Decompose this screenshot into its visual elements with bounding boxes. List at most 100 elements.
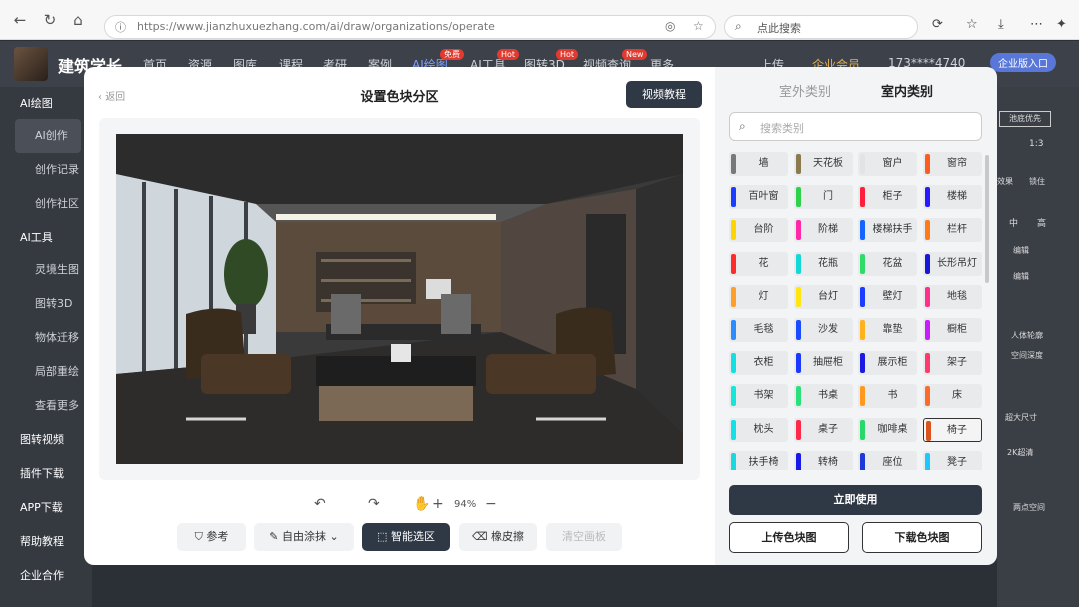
zoom-out-icon[interactable]: − [485, 496, 497, 512]
category-chip[interactable]: 靠垫 [858, 318, 917, 342]
category-chip[interactable]: 沙发 [793, 318, 853, 342]
enterprise-entry-button[interactable]: 企业版入口 [990, 53, 1056, 72]
address-bar[interactable]: ⓘ https://www.jianzhuxuezhang.com/ai/dra… [104, 15, 716, 39]
undo-icon[interactable]: ↶ [314, 496, 326, 512]
site-info-icon[interactable]: ⓘ [115, 19, 126, 35]
high-option[interactable]: 高 [1037, 216, 1046, 229]
download-color-map-button[interactable]: 下载色块图 [862, 522, 982, 553]
sidebar-item-object-move[interactable]: 物体迁移 [0, 321, 92, 355]
upload-color-map-button[interactable]: 上传色块图 [729, 522, 849, 553]
category-chip[interactable]: 枕头 [729, 417, 788, 442]
reload-icon[interactable]: ↻ [40, 10, 60, 30]
category-chip[interactable]: 壁灯 [858, 284, 917, 309]
menu-dots-icon[interactable]: ⋯ [1030, 17, 1043, 32]
category-color-swatch [924, 220, 930, 241]
browser-search[interactable]: ⌕ 点此搜索 [724, 15, 918, 39]
extensions-icon[interactable]: ⟳ [932, 17, 943, 32]
category-chip[interactable]: 花瓶 [793, 251, 853, 276]
category-scrollbar[interactable] [985, 155, 989, 283]
category-chip[interactable]: 床 [922, 384, 982, 409]
category-chip[interactable]: 书 [858, 384, 917, 409]
category-chip[interactable]: 架子 [922, 351, 982, 376]
size-option[interactable]: 超大尺寸 [1005, 412, 1037, 423]
favorite-star-icon[interactable]: ☆ [693, 19, 704, 33]
favorites-icon[interactable]: ☆ [966, 17, 978, 32]
category-chip[interactable]: 窗户 [858, 152, 917, 176]
category-chip[interactable]: 窗帘 [922, 152, 982, 176]
downloads-icon[interactable]: ⤓ [998, 17, 1004, 32]
sidebar-item-to3d[interactable]: 图转3D [0, 287, 92, 321]
copilot-icon[interactable]: ✦ [1056, 17, 1067, 32]
tab-indoor[interactable]: 室内类别 [881, 81, 933, 100]
category-chip[interactable]: 楼梯 [922, 185, 982, 210]
category-chip[interactable]: 咖啡桌 [858, 417, 917, 442]
category-chip[interactable]: 橱柜 [922, 318, 982, 342]
redo-icon[interactable]: ↷ [368, 496, 380, 512]
back-arrow-icon[interactable]: ← [10, 10, 30, 30]
category-chip[interactable]: 墙 [729, 152, 788, 176]
sidebar-item-more[interactable]: 查看更多 [0, 389, 92, 423]
category-chip[interactable]: 扶手椅 [729, 450, 788, 470]
hand-pan-icon[interactable]: ✋ [413, 496, 430, 512]
category-chip[interactable]: 桌子 [793, 417, 853, 442]
tab-outdoor[interactable]: 室外类别 [779, 81, 831, 100]
category-chip[interactable]: 百叶窗 [729, 185, 788, 210]
depth-option[interactable]: 空间深度 [1011, 350, 1043, 361]
category-chip[interactable]: 书架 [729, 384, 788, 409]
sidebar-item-local-erase[interactable]: 局部重绘 [0, 355, 92, 389]
zoom-in-icon[interactable]: + [432, 496, 444, 512]
category-chip[interactable]: 门 [793, 185, 853, 210]
category-chip[interactable]: 柜子 [858, 185, 917, 210]
category-chip[interactable]: 转椅 [793, 450, 853, 470]
sidebar-item-linework[interactable]: 灵境生图 [0, 253, 92, 287]
sidebar-section-ai-tools[interactable]: AI工具 [0, 221, 92, 255]
priority-option[interactable]: 池底优先 [999, 111, 1051, 127]
category-chip[interactable]: 抽屉柜 [793, 351, 853, 376]
category-chip[interactable]: 凳子 [922, 450, 982, 470]
edit-button-2[interactable]: 编辑 [1013, 271, 1029, 282]
sidebar-item-image-video[interactable]: 图转视频 [0, 423, 92, 457]
category-chip[interactable]: 长形吊灯 [922, 251, 982, 276]
sidebar-item-history[interactable]: 创作记录 [0, 153, 92, 187]
category-chip[interactable]: 衣柜 [729, 351, 788, 376]
category-chip[interactable]: 栏杆 [922, 218, 982, 243]
category-chip[interactable]: 台阶 [729, 218, 788, 243]
category-chip[interactable]: 花 [729, 251, 788, 276]
category-chip[interactable]: 地毯 [922, 284, 982, 309]
mid-option[interactable]: 中 [1009, 216, 1018, 229]
category-chip[interactable]: 座位 [858, 450, 917, 470]
smart-select-button[interactable]: ⬚ 智能选区 [362, 523, 450, 551]
human-outline-option[interactable]: 人体轮廓 [1011, 330, 1043, 341]
category-chip[interactable]: 台灯 [793, 284, 853, 309]
reference-button[interactable]: ⛉ 参考 [177, 523, 246, 551]
sidebar-item-ai-create[interactable]: AI创作 [15, 119, 81, 153]
translate-icon[interactable]: ◎ [665, 19, 675, 33]
sidebar-item-app[interactable]: APP下载 [0, 491, 92, 525]
use-now-button[interactable]: 立即使用 [729, 485, 982, 515]
category-chip[interactable]: 花盆 [858, 251, 917, 276]
sidebar-item-help[interactable]: 帮助教程 [0, 525, 92, 559]
interior-render-canvas[interactable] [116, 134, 683, 464]
modal-title: 设置色块分区 [360, 90, 439, 105]
category-search-input[interactable]: ⌕ 搜索类别 [729, 112, 982, 141]
category-chip[interactable]: 天花板 [793, 152, 853, 176]
two-space-option[interactable]: 两点空间 [1013, 502, 1045, 513]
category-chip[interactable]: 展示柜 [858, 351, 917, 376]
category-chip[interactable]: 灯 [729, 284, 788, 309]
sidebar-item-enterprise[interactable]: 企业合作 [0, 559, 92, 593]
home-icon[interactable]: ⌂ [68, 10, 88, 30]
category-chip[interactable]: 毛毯 [729, 318, 788, 342]
video-tutorial-button[interactable]: 视频教程 [626, 81, 702, 108]
eraser-button[interactable]: ⌫ 橡皮擦 [459, 523, 537, 551]
category-chip[interactable]: 书桌 [793, 384, 853, 409]
clear-canvas-button[interactable]: 清空画板 [546, 523, 622, 551]
sidebar-item-plugin[interactable]: 插件下载 [0, 457, 92, 491]
free-paint-button[interactable]: ✎ 自由涂抹 ⌄ [254, 523, 354, 551]
hd-option[interactable]: 2K超清 [1007, 447, 1033, 458]
sidebar-item-community[interactable]: 创作社区 [0, 187, 92, 221]
sidebar-section-ai-draw[interactable]: AI绘图 [0, 87, 92, 121]
category-chip[interactable]: 椅子 [922, 417, 982, 442]
edit-button-1[interactable]: 编辑 [1013, 245, 1029, 256]
category-chip[interactable]: 楼梯扶手 [858, 218, 917, 243]
category-chip[interactable]: 阶梯 [793, 218, 853, 243]
